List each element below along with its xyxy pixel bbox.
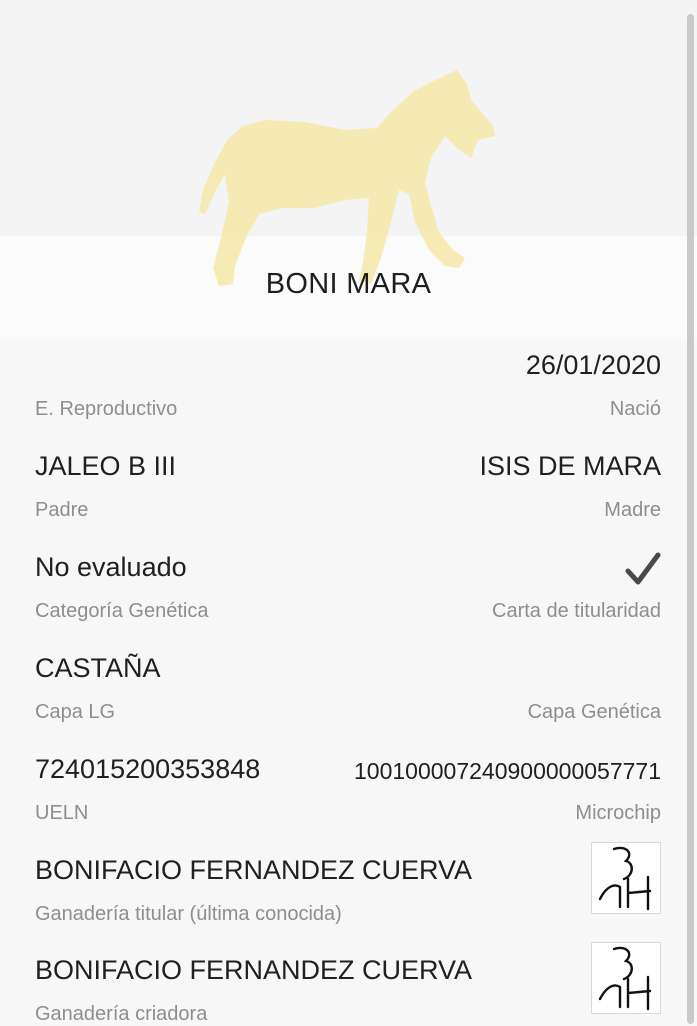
reproductive-state-label: E. Reproductivo [35, 398, 178, 420]
checkmark-icon [625, 552, 661, 585]
title-card-label: Carta de titularidad [492, 600, 661, 622]
father-value[interactable]: JALEO B III [35, 451, 176, 482]
mother-value[interactable]: ISIS DE MARA [479, 451, 661, 482]
father-label: Padre [35, 499, 89, 521]
birth-date-value: 26/01/2020 [525, 350, 661, 380]
mother-label: Madre [604, 499, 661, 521]
horse-silhouette-icon [199, 70, 495, 286]
scrollbar[interactable] [687, 14, 694, 1024]
horse-name: BONI MARA [265, 268, 432, 300]
breeder-farm-value[interactable]: BONIFACIO FERNANDEZ CUERVA [35, 955, 472, 986]
owner-brand-mark-icon [591, 842, 661, 914]
microchip-label: Microchip [575, 802, 661, 824]
breeder-farm-label: Ganadería criadora [35, 1003, 208, 1025]
microchip-value: 100100007240900000057771 [354, 758, 661, 784]
ueln-label: UELN [35, 802, 89, 824]
coat-lg-value: CASTAÑA [35, 653, 161, 683]
genetic-category-value: No evaluado [35, 552, 187, 582]
horse-header: BONI MARA [0, 0, 697, 340]
owner-farm-label: Ganadería titular (última conocida) [35, 903, 342, 925]
ueln-value: 724015200353848 [35, 754, 261, 784]
genetic-category-label: Categoría Genética [35, 600, 209, 622]
coat-lg-label: Capa LG [35, 701, 116, 723]
birth-label: Nació [609, 398, 661, 420]
owner-farm-value[interactable]: BONIFACIO FERNANDEZ CUERVA [35, 855, 472, 886]
genetic-coat-label: Capa Genética [527, 701, 661, 723]
breeder-brand-mark-icon [591, 942, 661, 1014]
